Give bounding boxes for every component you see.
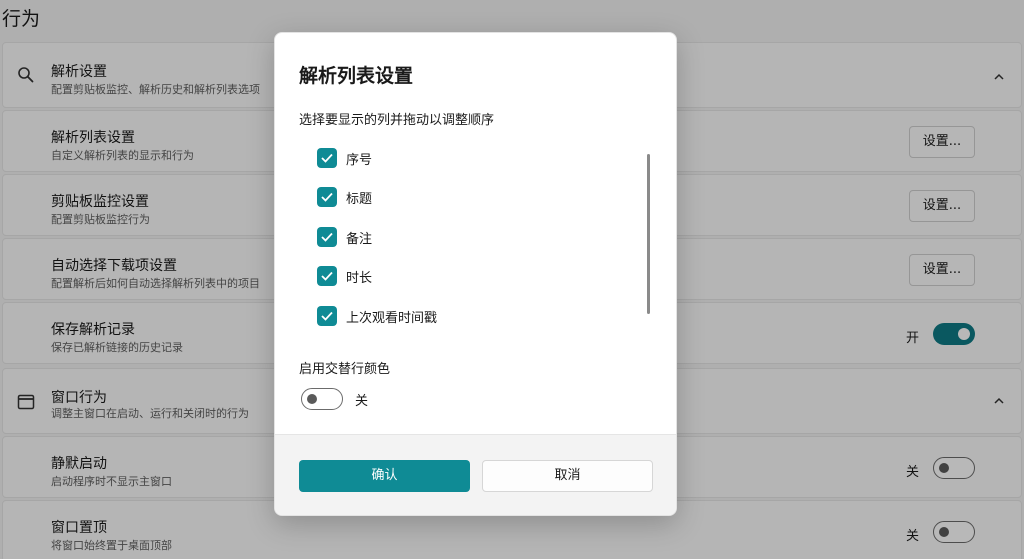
confirm-button[interactable]: 确认 xyxy=(299,460,470,492)
column-label: 序号 xyxy=(346,153,373,168)
check-icon xyxy=(321,311,333,321)
column-label: 备注 xyxy=(346,232,373,247)
cancel-button[interactable]: 取消 xyxy=(482,460,653,492)
check-icon xyxy=(321,232,333,242)
checkbox[interactable] xyxy=(317,306,337,326)
column-label: 上次观看时间戳 xyxy=(346,311,438,326)
alt-row-color-label: 启用交替行颜色 xyxy=(299,362,391,377)
column-label: 时长 xyxy=(346,271,373,286)
alt-row-color-toggle[interactable] xyxy=(301,388,343,410)
check-icon xyxy=(321,192,333,202)
alt-row-color-toggle-label: 关 xyxy=(355,394,369,409)
column-label: 标题 xyxy=(346,192,373,207)
dialog-footer: 确认 取消 xyxy=(275,434,676,515)
checkbox[interactable] xyxy=(317,266,337,286)
check-icon xyxy=(321,153,333,163)
columns-scrollbar[interactable] xyxy=(647,154,650,314)
checkbox[interactable] xyxy=(317,187,337,207)
check-icon xyxy=(321,271,333,281)
dialog-description: 选择要显示的列并拖动以调整顺序 xyxy=(299,113,495,128)
checkbox[interactable] xyxy=(317,148,337,168)
checkbox[interactable] xyxy=(317,227,337,247)
parse-list-settings-dialog: 解析列表设置 选择要显示的列并拖动以调整顺序 序号 标题 备注 时长 上次观看时… xyxy=(274,32,677,516)
dialog-title: 解析列表设置 xyxy=(299,65,414,87)
